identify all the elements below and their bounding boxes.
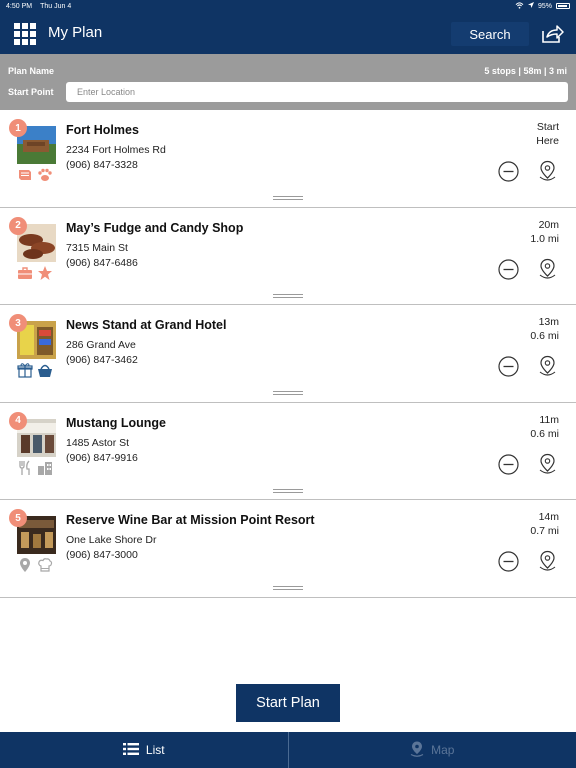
drag-handle[interactable]	[273, 488, 303, 494]
plan-info-bar: Plan Name 5 stops | 58m | 3 mi Start Poi…	[0, 54, 576, 110]
stop-name[interactable]: News Stand at Grand Hotel	[66, 318, 226, 332]
stop-name[interactable]: Reserve Wine Bar at Mission Point Resort	[66, 513, 315, 527]
stop-number-badge: 5	[9, 509, 27, 527]
briefcase-icon	[17, 265, 33, 281]
stop-address: 7315 Main St	[66, 241, 128, 254]
remove-stop-button[interactable]	[498, 161, 519, 182]
stop-name[interactable]: Mustang Lounge	[66, 416, 166, 430]
stop-item[interactable]: 5 Reserve Wine Bar at Mission Point Reso…	[0, 500, 576, 598]
stop-travel-time: 14m	[538, 511, 559, 523]
map-pin-button[interactable]	[537, 453, 558, 476]
gift-icon	[17, 362, 33, 378]
drag-handle[interactable]	[273, 293, 303, 299]
category-icons	[17, 265, 53, 281]
stop-travel-time: 20m	[538, 218, 559, 231]
tab-list-label: List	[145, 743, 165, 757]
star-icon	[37, 265, 53, 281]
location-arrow-icon	[527, 2, 534, 10]
stop-travel-time: 11m	[539, 413, 559, 426]
stop-distance: 1.0 mi	[530, 232, 559, 245]
stop-phone[interactable]: (906) 847-3000	[66, 549, 138, 561]
plan-summary: 5 stops | 58m | 3 mi	[484, 66, 567, 76]
basket-icon	[37, 362, 53, 378]
start-location-input[interactable]	[66, 82, 568, 102]
stop-item[interactable]: 2 May’s Fudge and Candy Shop 7315 Main S…	[0, 207, 576, 305]
map-pin-button[interactable]	[537, 160, 558, 183]
stop-distance: Here	[536, 135, 559, 147]
category-icons	[17, 167, 53, 183]
page-title: My Plan	[48, 24, 103, 41]
stop-item[interactable]: 1 Fort Holmes 2234 Fort Holmes Rd (906) …	[0, 110, 576, 208]
stop-address: 286 Grand Ave	[66, 339, 136, 351]
map-marker-icon	[410, 741, 424, 760]
drag-handle[interactable]	[273, 391, 303, 396]
stop-number-badge: 3	[9, 314, 27, 332]
battery-icon	[556, 3, 570, 9]
share-icon[interactable]	[540, 23, 564, 45]
stop-number-badge: 2	[9, 216, 27, 235]
stop-phone[interactable]: (906) 847-9916	[66, 452, 138, 464]
stop-address: One Lake Shore Dr	[66, 534, 157, 546]
category-icons	[17, 557, 53, 573]
book-icon	[17, 167, 33, 183]
grid-menu-icon[interactable]	[14, 23, 36, 45]
status-time: 4:50 PM	[6, 2, 33, 10]
remove-stop-button[interactable]	[498, 551, 519, 572]
battery-percent: 95%	[537, 2, 552, 10]
stop-number-badge: 4	[9, 411, 27, 430]
status-date: Thu Jun 4	[40, 2, 72, 10]
category-icons	[17, 362, 53, 378]
remove-stop-button[interactable]	[498, 258, 519, 280]
stop-distance: 0.6 mi	[530, 330, 559, 342]
stop-item[interactable]: 4 Mustang Lounge 1485 Astor St (906) 847…	[0, 402, 576, 500]
stop-phone[interactable]: (906) 847-6486	[66, 257, 138, 269]
bottom-tab-bar: List Map	[0, 732, 576, 768]
map-pin-button[interactable]	[537, 258, 558, 281]
fork-knife-icon	[17, 460, 33, 476]
stop-address: 2234 Fort Holmes Rd	[66, 144, 166, 156]
map-pin-button[interactable]	[537, 550, 558, 573]
stop-list: 1 Fort Holmes 2234 Fort Holmes Rd (906) …	[0, 110, 576, 598]
stop-name[interactable]: Fort Holmes	[66, 123, 139, 137]
tab-map-label: Map	[431, 743, 455, 757]
category-icons	[17, 460, 53, 476]
remove-stop-button[interactable]	[498, 356, 519, 377]
start-point-label: Start Point	[8, 87, 54, 97]
stop-distance: 0.6 mi	[530, 427, 559, 440]
stop-phone[interactable]: (906) 847-3462	[66, 354, 138, 366]
plan-name-label[interactable]: Plan Name	[8, 66, 54, 76]
stop-name[interactable]: May’s Fudge and Candy Shop	[66, 221, 243, 235]
stop-travel-time: 13m	[538, 316, 559, 328]
paw-icon	[37, 167, 53, 183]
wifi-icon	[515, 1, 524, 11]
buildings-icon	[37, 460, 53, 476]
start-plan-button[interactable]: Start Plan	[236, 684, 340, 722]
stop-travel-time: Start	[536, 121, 559, 133]
drag-handle[interactable]	[273, 586, 303, 591]
drag-handle[interactable]	[273, 196, 303, 201]
tab-list[interactable]: List	[0, 732, 289, 768]
remove-stop-button[interactable]	[498, 453, 519, 475]
map-pin-icon	[17, 557, 33, 573]
stop-address: 1485 Astor St	[66, 436, 130, 449]
stop-number-badge: 1	[9, 119, 27, 137]
map-pin-button[interactable]	[537, 355, 558, 378]
stop-item[interactable]: 3 News Stand at Grand Hotel 286 Grand Av…	[0, 305, 576, 403]
tab-map[interactable]: Map	[289, 732, 576, 768]
stop-phone[interactable]: (906) 847-3328	[66, 159, 138, 171]
status-bar: 4:50 PM Thu Jun 4 95%	[0, 0, 576, 12]
stop-distance: 0.7 mi	[530, 525, 559, 537]
chef-hat-icon	[37, 557, 53, 573]
app-header: My Plan Search	[0, 12, 576, 54]
search-button[interactable]: Search	[451, 22, 529, 46]
list-icon	[122, 742, 139, 758]
